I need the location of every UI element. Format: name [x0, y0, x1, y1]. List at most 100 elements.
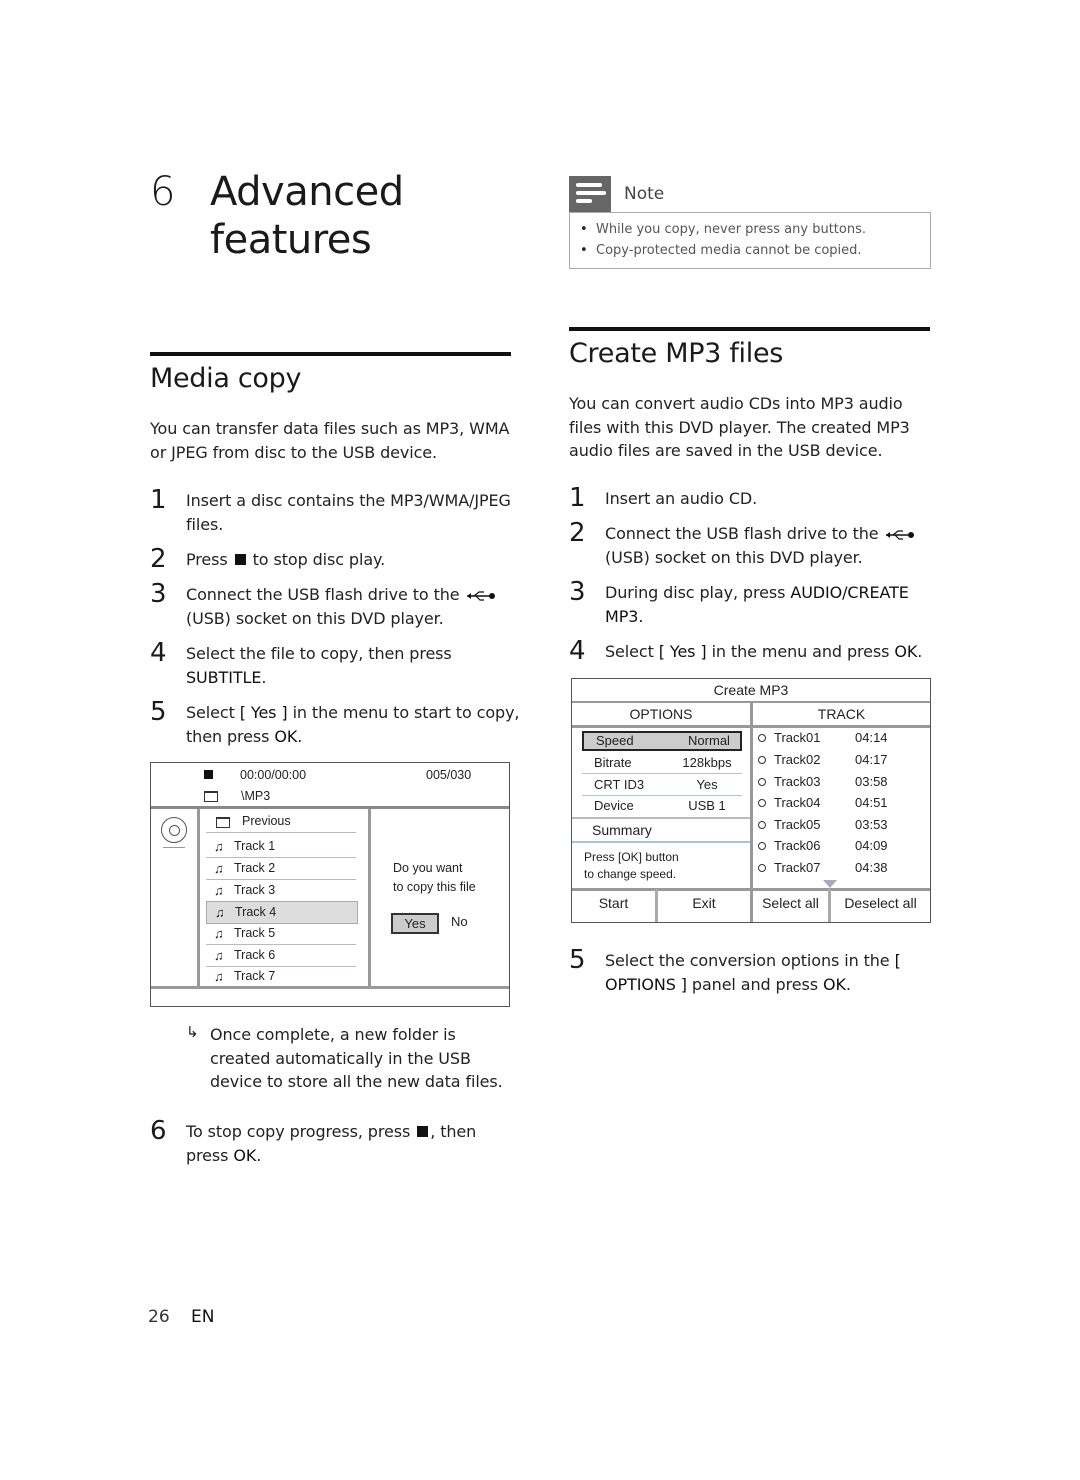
track-item[interactable]: Track07 04:38: [758, 858, 918, 878]
help-text: Press [OK] button to change speed.: [584, 850, 679, 881]
track-item[interactable]: Track01 04:14: [758, 728, 918, 748]
prompt-text: to copy this file: [393, 880, 476, 894]
step-text: Select the conversion options in the [ O…: [605, 951, 901, 994]
music-note-icon: ♫: [214, 839, 224, 854]
yes-button[interactable]: Yes: [391, 913, 439, 934]
list-item-previous[interactable]: Previous: [206, 811, 356, 833]
track-header[interactable]: TRACK: [753, 703, 930, 728]
step-number: 3: [569, 577, 586, 607]
usb-icon: [885, 530, 914, 540]
music-note-icon: ♫: [214, 969, 224, 984]
no-button[interactable]: No: [451, 914, 468, 929]
radio-icon: [758, 778, 766, 786]
chapter-title-line1: Advanced: [210, 169, 404, 215]
step-number: 1: [150, 485, 167, 515]
usb-icon: [466, 591, 495, 601]
radio-icon: [758, 799, 766, 807]
step-number: 3: [150, 579, 167, 609]
step-text: To stop copy progress, press , then pres…: [186, 1122, 477, 1165]
step-text: Connect the USB flash drive to the (USB)…: [605, 522, 935, 569]
chapter-title: Advanced features: [210, 168, 510, 264]
copy-prompt: Do you want to copy this file Yes No: [371, 809, 509, 986]
track-item[interactable]: Track05 03:53: [758, 815, 918, 835]
step-number: 6: [150, 1116, 167, 1146]
step-text: Select [ Yes ] in the menu and press OK.: [605, 642, 923, 661]
create-mp3-heading: Create MP3 files: [569, 338, 784, 369]
folder-path: \MP3: [241, 789, 271, 803]
step-text: Select [ Yes ] in the menu to start to c…: [186, 703, 520, 746]
scroll-down-icon[interactable]: [823, 880, 837, 888]
list-item[interactable]: ♫ Track 7: [206, 966, 356, 987]
list-item[interactable]: ♫ Track 1: [206, 836, 356, 858]
disc-icon: [161, 817, 187, 843]
summary-row: Summary: [572, 817, 750, 843]
list-item[interactable]: ♫ Track 5: [206, 923, 356, 945]
file-count: 005/030: [426, 768, 472, 782]
track-item[interactable]: Track03 03:58: [758, 772, 918, 792]
step-number: 2: [150, 544, 167, 574]
media-copy-intro: You can transfer data files such as MP3,…: [150, 419, 510, 462]
start-button[interactable]: Start: [572, 889, 658, 922]
note-box: While you copy, never press any buttons.…: [569, 212, 931, 269]
step-text: Press to stop disc play.: [186, 550, 386, 569]
result-text: Once complete, a new folder is created a…: [210, 1025, 503, 1091]
media-copy-heading: Media copy: [150, 363, 302, 394]
note-item: Copy-protected media cannot be copied.: [580, 240, 930, 261]
step-text: Connect the USB flash drive to the (USB)…: [186, 583, 516, 630]
music-note-icon: ♫: [214, 861, 224, 876]
music-note-icon: ♫: [214, 883, 224, 898]
divider: [163, 847, 185, 848]
music-note-icon: ♫: [214, 948, 224, 963]
result-arrow-icon: ↳: [186, 1023, 199, 1041]
step-number: 2: [569, 518, 586, 548]
step-number: 5: [569, 945, 586, 975]
list-item[interactable]: ♫ Track 6: [206, 945, 356, 967]
screen-status-bar: 00:00/00:00 005/030 \MP3: [151, 763, 509, 809]
track-item[interactable]: Track02 04:17: [758, 750, 918, 770]
disc-panel: [151, 809, 200, 986]
step-number: 1: [569, 483, 586, 513]
step-number: 4: [569, 636, 586, 666]
section-rule: [569, 327, 930, 331]
stop-icon: [204, 770, 213, 779]
radio-icon: [758, 821, 766, 829]
option-row[interactable]: CRT ID3 Yes: [582, 775, 742, 796]
note-icon: [569, 176, 611, 212]
music-note-icon: ♫: [214, 926, 224, 941]
radio-icon: [758, 864, 766, 872]
note-item: While you copy, never press any buttons.: [580, 219, 930, 240]
note-label: Note: [624, 184, 665, 204]
media-copy-screen: 00:00/00:00 005/030 \MP3 Previous ♫ Track…: [150, 762, 510, 1007]
deselect-all-button[interactable]: Deselect all: [831, 889, 930, 922]
stop-icon: [417, 1126, 429, 1137]
language-code: EN: [191, 1307, 215, 1327]
stop-icon: [234, 554, 246, 565]
section-rule: [150, 352, 511, 356]
radio-icon: [758, 756, 766, 764]
option-row-selected[interactable]: Speed Normal: [582, 731, 742, 751]
step-number: 4: [150, 638, 167, 668]
list-item[interactable]: ♫ Track 3: [206, 880, 356, 902]
list-item[interactable]: ♫ Track 2: [206, 858, 356, 880]
radio-icon: [758, 842, 766, 850]
create-mp3-screen: Create MP3 OPTIONS TRACK Speed Normal Bit…: [571, 678, 931, 923]
time-readout: 00:00/00:00: [240, 768, 307, 782]
prompt-text: Do you want: [393, 861, 463, 875]
music-note-icon: ♫: [215, 905, 225, 920]
options-header[interactable]: OPTIONS: [572, 703, 753, 728]
folder-icon: [216, 817, 230, 828]
chapter-number: 6: [150, 169, 176, 215]
track-item[interactable]: Track06 04:09: [758, 836, 918, 856]
list-item-selected[interactable]: ♫ Track 4: [206, 901, 358, 924]
option-row[interactable]: Bitrate 128kbps: [582, 753, 742, 774]
radio-icon: [758, 734, 766, 742]
step-text: Insert an audio CD.: [605, 489, 758, 508]
option-row[interactable]: Device USB 1: [582, 796, 742, 816]
exit-button[interactable]: Exit: [658, 889, 750, 922]
track-item[interactable]: Track04 04:51: [758, 793, 918, 813]
page-number: 26: [148, 1307, 170, 1327]
step-number: 5: [150, 697, 167, 727]
select-all-button[interactable]: Select all: [753, 889, 831, 922]
step-text: Insert a disc contains the MP3/WMA/JPEG …: [186, 491, 511, 534]
chapter-title-line2: features: [210, 217, 372, 263]
